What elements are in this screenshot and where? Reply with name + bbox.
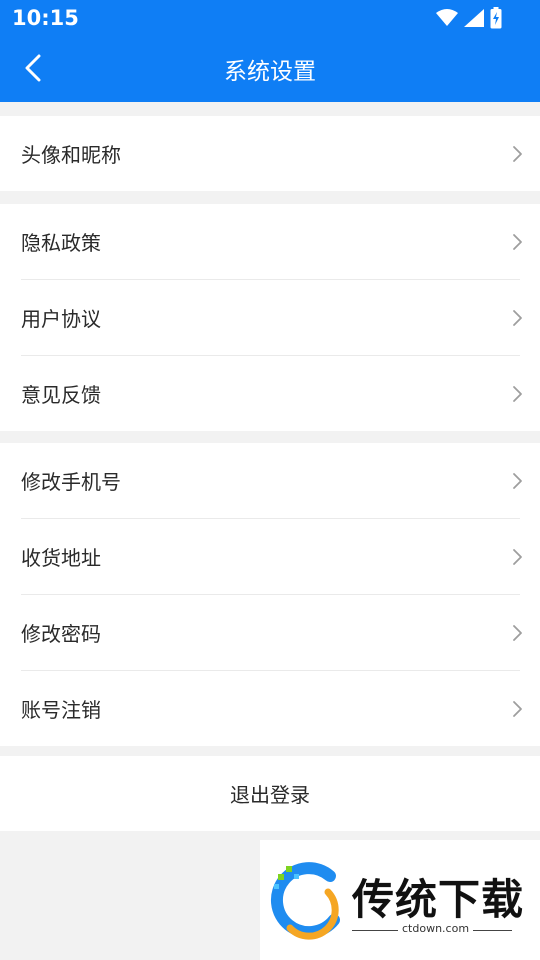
chevron-right-icon: [513, 548, 522, 565]
settings-item-label: 隐私政策: [21, 231, 101, 255]
settings-item-feedback[interactable]: 意见反馈: [0, 356, 540, 431]
logout-button[interactable]: 退出登录: [0, 756, 540, 831]
settings-item-label: 账号注销: [21, 698, 101, 722]
logout-label: 退出登录: [230, 783, 310, 807]
settings-item-privacy-policy[interactable]: 隐私政策: [0, 204, 540, 279]
watermark-brand: 传统下载: [352, 875, 525, 924]
battery-icon: [490, 7, 502, 29]
settings-item-label: 收货地址: [21, 546, 101, 570]
settings-item-change-password[interactable]: 修改密码: [0, 595, 540, 670]
settings-item-shipping-address[interactable]: 收货地址: [0, 519, 540, 594]
settings-item-label: 头像和昵称: [21, 143, 121, 167]
chevron-right-icon: [513, 624, 522, 641]
chevron-right-icon: [513, 309, 522, 326]
settings-item-avatar-nickname[interactable]: 头像和昵称: [0, 116, 540, 191]
settings-item-label: 意见反馈: [21, 383, 101, 407]
signal-icon: [464, 9, 484, 27]
settings-item-delete-account[interactable]: 账号注销: [0, 671, 540, 746]
settings-item-label: 修改手机号: [21, 470, 121, 494]
settings-item-user-agreement[interactable]: 用户协议: [0, 280, 540, 355]
chevron-right-icon: [513, 233, 522, 250]
settings-group-profile: 头像和昵称: [0, 116, 540, 191]
chevron-right-icon: [513, 385, 522, 402]
watermark-logo-icon: [270, 862, 340, 940]
settings-group-account: 修改手机号 收货地址 修改密码 账号注销: [0, 443, 540, 746]
wifi-icon: [436, 9, 458, 26]
settings-item-change-phone[interactable]: 修改手机号: [0, 443, 540, 518]
settings-item-label: 修改密码: [21, 622, 101, 646]
chevron-right-icon: [513, 700, 522, 717]
settings-item-label: 用户协议: [21, 307, 101, 331]
app-header: 10:15 系统设置: [0, 0, 540, 102]
chevron-right-icon: [513, 472, 522, 489]
chevron-right-icon: [513, 145, 522, 162]
status-icons: [436, 6, 502, 30]
settings-group-info: 隐私政策 用户协议 意见反馈: [0, 204, 540, 431]
watermark: 传统下载 ctdown.com: [260, 840, 540, 960]
watermark-url: ctdown.com: [398, 922, 474, 935]
page-title: 系统设置: [224, 59, 316, 85]
status-time: 10:15: [12, 6, 79, 30]
